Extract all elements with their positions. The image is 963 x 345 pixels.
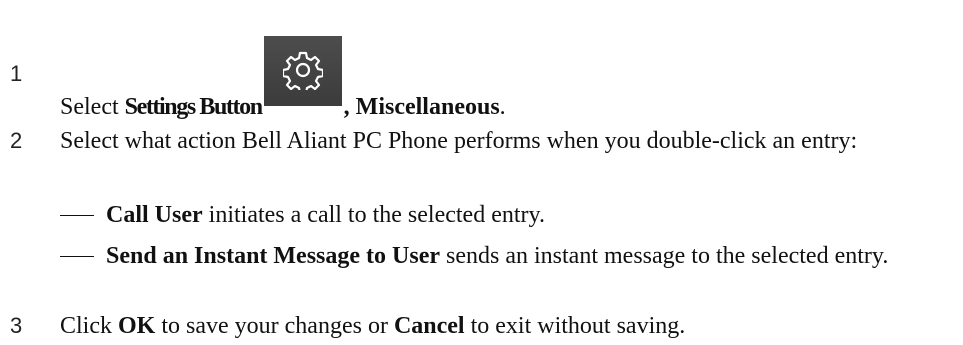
option-text: Call User initiates a call to the select…	[106, 199, 946, 231]
step-number: 3	[10, 313, 23, 338]
gear-icon	[263, 36, 342, 106]
settings-button-label: Settings Button	[124, 94, 263, 120]
step-text: Select Settings Button , Miscellaneous.	[60, 36, 940, 128]
text-segment: to save your changes or	[155, 313, 394, 339]
miscellaneous-label: , Miscellaneous	[343, 94, 500, 120]
cancel-label: Cancel	[393, 313, 465, 339]
option-description: sends an instant message to the selected…	[440, 243, 889, 269]
option-text: Send an Instant Message to User sends an…	[106, 240, 946, 272]
step-number: 2	[10, 128, 23, 153]
step-suffix: .	[499, 94, 506, 120]
step-prefix: Select	[60, 94, 125, 120]
option-title: Send an Instant Message to User	[106, 243, 441, 269]
step-text: Click OK to save your changes or Cancel …	[60, 310, 940, 342]
option-title: Call User	[106, 202, 203, 228]
dash-bullet	[60, 215, 94, 216]
option-description: initiates a call to the selected entry.	[202, 202, 545, 228]
step-number: 1	[10, 61, 23, 86]
text-segment: to exit without saving.	[464, 313, 686, 339]
step-text: Select what action Bell Aliant PC Phone …	[60, 128, 858, 154]
ok-label: OK	[118, 313, 156, 339]
text-segment: Click	[60, 313, 118, 339]
dash-bullet	[60, 256, 94, 257]
